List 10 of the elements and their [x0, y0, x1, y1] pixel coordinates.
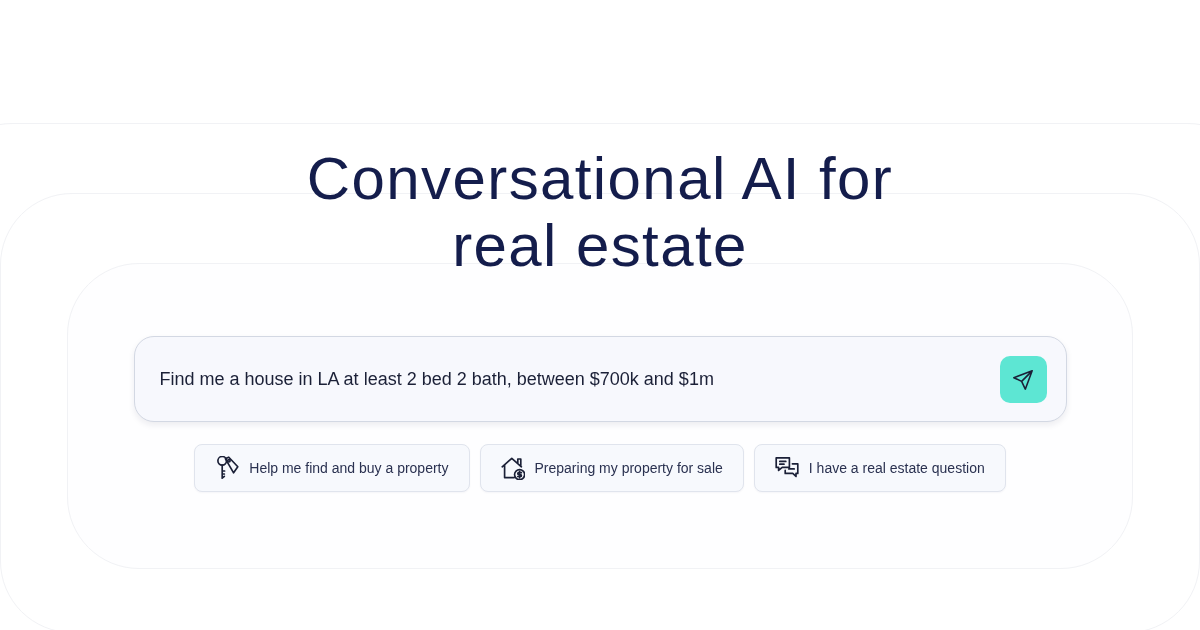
suggestion-button[interactable]: I have a real estate question — [753, 444, 1006, 492]
chat-bubbles-icon — [774, 456, 799, 480]
page-heading: Conversational AI for real estate — [305, 145, 895, 279]
keys-icon — [215, 456, 240, 480]
suggestion-button[interactable]: Preparing my property for sale — [479, 444, 744, 492]
suggestion-button[interactable]: Help me find and buy a property — [194, 444, 470, 492]
send-button[interactable] — [999, 356, 1047, 403]
send-icon — [1012, 368, 1034, 391]
house-coin-icon — [500, 456, 525, 480]
chat-input[interactable]: Find me a house in LA at least 2 bed 2 bath, between $700k and $1m — [133, 336, 1067, 422]
